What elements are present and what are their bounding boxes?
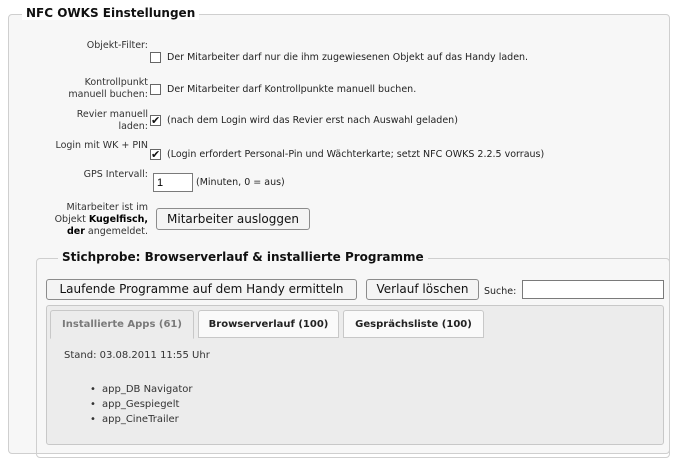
employee-status-object-prefix: Objekt [54,214,89,225]
employee-status: Mitarbeiter ist im Objekt Kugelfisch, de… [55,202,148,238]
search-input[interactable] [522,280,664,299]
tab-browser-history[interactable]: Browserverlauf (100) [198,310,339,338]
employee-status-der: der [66,226,85,237]
district-manual-text: (nach dem Login wird das Revier erst nac… [167,115,458,126]
employee-status-line3: der angemeldet. [55,226,148,238]
employee-status-line1: Mitarbeiter ist im [66,202,148,213]
checkpoint-manual-label: Kontrollpunkt manuell buchen: [68,77,148,101]
object-filter-text: Der Mitarbeiter darf nur die ihm zugewie… [167,52,529,63]
list-item: app_Gespiegelt [90,397,193,412]
login-wk-pin-checkbox[interactable]: ✔ [150,149,161,160]
object-filter-label: Objekt-Filter: [86,40,148,51]
gps-interval-hint: (Minuten, 0 = aus) [196,177,285,188]
checkpoint-manual-label-line2: manuell buchen: [68,89,148,100]
login-wk-pin-label: Login mit WK + PIN [55,140,148,151]
district-manual-label-line1: Revier manuell [76,109,148,120]
running-programs-button[interactable]: Laufende Programme auf dem Handy ermitte… [46,279,357,300]
tab-installed-apps[interactable]: Installierte Apps (61) [50,310,194,339]
tab-call-list[interactable]: Gesprächsliste (100) [343,310,484,338]
employee-status-line2: Objekt Kugelfisch, [55,214,148,226]
list-item: app_CineTrailer [90,412,193,427]
list-item: app_DB Navigator [90,382,193,397]
gps-interval-label: GPS Intervall: [83,169,148,180]
sample-legend: Stichprobe: Browserverlauf & installiert… [58,250,428,264]
logout-employee-button[interactable]: Mitarbeiter ausloggen [156,208,310,230]
district-manual-checkbox[interactable]: ✔ [150,115,161,126]
clear-history-button[interactable]: Verlauf löschen [366,279,479,300]
employee-status-logged-in: angemeldet. [84,226,148,237]
installed-apps-list: app_DB Navigator app_Gespiegelt app_Cine… [90,382,193,427]
stand-timestamp: Stand: 03.08.2011 11:55 Uhr [64,350,210,361]
checkpoint-manual-text: Der Mitarbeiter darf Kontrollpunkte manu… [167,84,417,95]
district-manual-label: Revier manuell laden: [77,109,148,133]
login-wk-pin-text: (Login erfordert Personal-Pin und Wächte… [167,149,545,160]
checkpoint-manual-label-line1: Kontrollpunkt [84,77,148,88]
employee-status-object-name: Kugelfisch, [88,214,148,225]
search-label: Suche: [484,286,517,297]
checkpoint-manual-checkbox[interactable] [150,84,161,95]
nfc-settings-legend: NFC OWKS Einstellungen [22,6,200,20]
object-filter-checkbox[interactable] [150,52,161,63]
gps-interval-input[interactable] [153,173,193,192]
district-manual-label-line2: laden: [118,121,148,132]
